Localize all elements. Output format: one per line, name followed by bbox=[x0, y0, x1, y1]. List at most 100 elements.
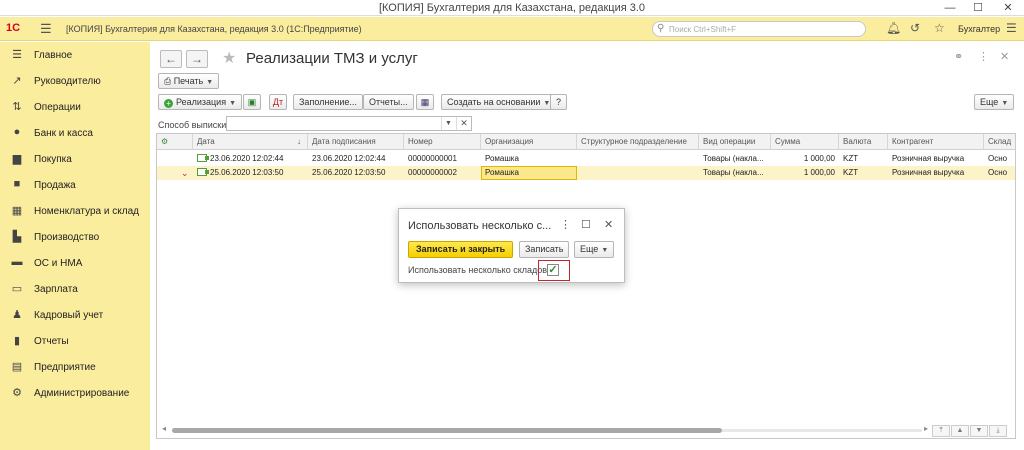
reports-button[interactable]: Отчеты... bbox=[363, 94, 414, 110]
scroll-right-icon[interactable]: ▸ bbox=[924, 424, 928, 433]
table-row[interactable]: 23.06.2020 12:02:44 23.06.2020 12:02:44 … bbox=[157, 152, 1015, 166]
column-header[interactable]: Валюта bbox=[839, 134, 888, 150]
history-icon[interactable]: ↺ bbox=[910, 21, 920, 35]
app-logo: 1С bbox=[6, 22, 21, 34]
multiple-warehouses-checkbox[interactable]: ✓ bbox=[547, 264, 559, 276]
filter-select[interactable]: ▼ ✕ bbox=[226, 116, 472, 131]
next-page-icon[interactable]: ▼ bbox=[970, 425, 988, 437]
main-menu-icon[interactable]: ☰ bbox=[40, 21, 52, 37]
forward-button[interactable]: → bbox=[186, 50, 208, 68]
search-icon: ⚲ bbox=[657, 23, 665, 34]
column-header[interactable]: Контрагент bbox=[888, 134, 984, 150]
sidebar-item-label: Предприятие bbox=[34, 362, 96, 373]
sidebar-item-operations[interactable]: ⇅ Операции bbox=[0, 94, 150, 120]
help-button[interactable]: ? bbox=[550, 94, 568, 110]
sidebar-item-label: Операции bbox=[34, 102, 81, 113]
column-header[interactable]: Номер bbox=[404, 134, 481, 150]
sidebar-item-salary[interactable]: ▭ Зарплата bbox=[0, 276, 150, 302]
cell-org: Ромашка bbox=[485, 154, 519, 163]
sidebar-item-manager[interactable]: ↗ Руководителю bbox=[0, 68, 150, 94]
table-row[interactable]: ⌄ 25.06.2020 12:03:50 25.06.2020 12:03:5… bbox=[157, 166, 1015, 180]
cell-dept bbox=[577, 166, 699, 180]
user-name[interactable]: Бухгалтер bbox=[958, 24, 1000, 34]
cell-currency: KZT bbox=[843, 154, 859, 163]
horizontal-scrollbar[interactable]: ◂ ▸ bbox=[162, 424, 932, 433]
close-icon[interactable]: ✕ bbox=[604, 218, 613, 231]
sidebar: ☰ Главное ↗ Руководителю ⇅ Операции ● Банк и… bbox=[0, 42, 150, 450]
column-header[interactable]: Сумма bbox=[771, 134, 839, 150]
column-header[interactable]: Склад bbox=[984, 134, 1015, 150]
settings-dialog: Использовать несколько с... ⋮ ☐ ✕ Записа… bbox=[398, 208, 625, 283]
clear-icon[interactable]: ✕ bbox=[456, 117, 471, 130]
cell-op: Товары (накла... bbox=[703, 154, 764, 163]
filter-label: Способ выписки: bbox=[158, 120, 229, 130]
more-vert-icon[interactable]: ⋮ bbox=[560, 218, 571, 231]
column-header[interactable]: Вид операции bbox=[699, 134, 771, 150]
gear-icon: ⚙ bbox=[12, 387, 22, 399]
link-icon[interactable]: ⚭ bbox=[954, 50, 963, 63]
sidebar-item-bank[interactable]: ● Банк и касса bbox=[0, 120, 150, 146]
dialog-more-button[interactable]: Еще ▼ bbox=[574, 241, 615, 258]
save-and-close-button[interactable]: Записать и закрыть bbox=[408, 241, 514, 258]
sidebar-item-label: Отчеты bbox=[34, 336, 69, 347]
back-button[interactable]: ← bbox=[160, 50, 182, 68]
column-header[interactable]: Структурное подразделение bbox=[577, 134, 699, 150]
cell-counterparty: Розничная выручка bbox=[892, 168, 965, 177]
close-form-icon[interactable]: ✕ bbox=[1000, 50, 1009, 63]
sidebar-item-hr[interactable]: ♟ Кадровый учет bbox=[0, 302, 150, 328]
realization-button[interactable]: + Реализация ▼ bbox=[158, 94, 243, 110]
sidebar-item-sales[interactable]: ■ Продажа bbox=[0, 172, 150, 198]
scroll-thumb[interactable] bbox=[172, 428, 722, 433]
more-vert-icon[interactable]: ⋮ bbox=[978, 50, 989, 63]
save-button[interactable]: Записать bbox=[519, 241, 570, 258]
sidebar-item-assets[interactable]: ▬ ОС и НМА bbox=[0, 250, 150, 276]
chevron-down-icon[interactable]: ▼ bbox=[441, 117, 455, 130]
column-header[interactable]: Организация bbox=[481, 134, 577, 150]
chevron-down-icon: ▼ bbox=[229, 100, 237, 107]
favorite-star-icon[interactable]: ★ bbox=[222, 48, 236, 68]
sidebar-item-label: Производство bbox=[34, 232, 100, 243]
sidebar-item-label: Администрирование bbox=[34, 388, 130, 399]
sidebar-item-production[interactable]: ▙ Производство bbox=[0, 224, 150, 250]
cell-number: 00000000002 bbox=[408, 168, 457, 177]
maximize-button[interactable]: ☐ bbox=[964, 0, 992, 16]
create-based-button[interactable]: Создать на основании ▼ bbox=[441, 94, 557, 110]
cell-warehouse: Осно bbox=[988, 168, 1008, 177]
plus-icon: + bbox=[164, 99, 173, 108]
column-header[interactable]: Дата подписания bbox=[308, 134, 404, 150]
sidebar-item-purchase[interactable]: ▆ Покупка bbox=[0, 146, 150, 172]
search-input[interactable]: ⚲ Поиск Ctrl+Shift+F bbox=[652, 21, 866, 37]
documents-table: ⚙ Дата ↓ Дата подписания Номер Организаци… bbox=[156, 133, 1016, 439]
cell-currency: KZT bbox=[843, 168, 859, 177]
star-icon[interactable]: ☆ bbox=[934, 21, 945, 35]
settings-menu-icon[interactable]: ☰ bbox=[1006, 21, 1017, 35]
more-label: Еще bbox=[580, 244, 599, 254]
first-page-icon[interactable]: ⤒ bbox=[932, 425, 950, 437]
column-header[interactable]: Дата ↓ bbox=[193, 134, 308, 150]
print-button[interactable]: ⎙ Печать ▼ bbox=[158, 73, 220, 89]
fill-button[interactable]: Заполнение... bbox=[293, 94, 363, 110]
last-page-icon[interactable]: ⤓ bbox=[989, 425, 1007, 437]
sidebar-item-main[interactable]: ☰ Главное bbox=[0, 42, 150, 68]
cell-org[interactable]: Ромашка bbox=[481, 166, 577, 180]
more-button[interactable]: Еще ▼ bbox=[974, 94, 1015, 110]
search-placeholder: Поиск Ctrl+Shift+F bbox=[669, 25, 737, 34]
structure-icon[interactable]: ▦ bbox=[416, 94, 434, 110]
scroll-left-icon[interactable]: ◂ bbox=[162, 424, 166, 433]
bell-icon[interactable]: 🔔︎ bbox=[886, 21, 901, 35]
minimize-button[interactable]: — bbox=[936, 0, 964, 16]
copy-doc-icon[interactable]: ▣ bbox=[243, 94, 261, 110]
window-title: [КОПИЯ] Бухгалтерия для Казахстана, реда… bbox=[378, 2, 646, 14]
sidebar-item-admin[interactable]: ⚙ Администрирование bbox=[0, 380, 150, 406]
sidebar-item-label: Руководителю bbox=[34, 76, 101, 87]
dt-kt-icon[interactable]: Дт bbox=[269, 94, 287, 110]
prev-page-icon[interactable]: ▲ bbox=[951, 425, 969, 437]
sidebar-item-reports[interactable]: ▮ Отчеты bbox=[0, 328, 150, 354]
status-column-icon[interactable]: ⚙ bbox=[157, 134, 193, 150]
close-window-button[interactable]: ✕ bbox=[994, 0, 1022, 16]
maximize-icon[interactable]: ☐ bbox=[581, 218, 591, 231]
sidebar-item-enterprise[interactable]: ▤ Предприятие bbox=[0, 354, 150, 380]
sidebar-item-nomenclature[interactable]: ▦ Номенклатура и склад bbox=[0, 198, 150, 224]
cell-dept bbox=[577, 152, 699, 166]
building-icon: ▤ bbox=[11, 361, 23, 373]
